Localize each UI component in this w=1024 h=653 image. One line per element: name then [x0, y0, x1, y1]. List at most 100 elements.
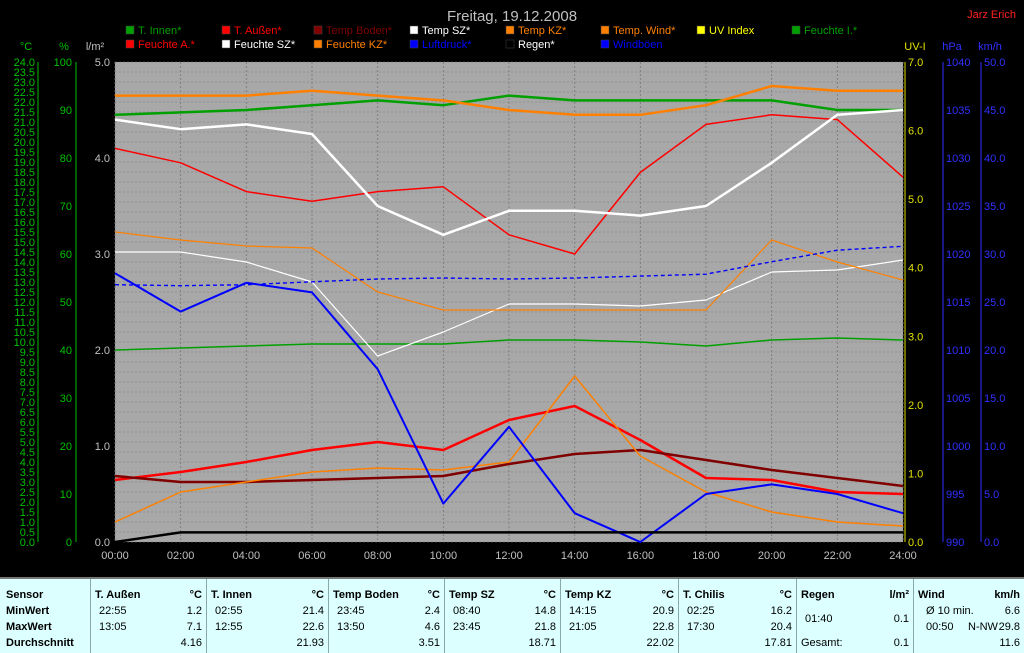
stats-header: T. Außen °C [95, 588, 202, 603]
stats-max-time: 13:05 [99, 621, 127, 633]
stats-column: Temp KZ °C 14:15 20.9 21:05 22.8 22.02 [560, 579, 678, 653]
stats-sensor-name: Temp SZ [449, 589, 495, 601]
legend-swatch [125, 39, 135, 49]
stats-max-time: 12:55 [215, 621, 243, 633]
legend-label: T. Außen* [234, 25, 282, 37]
stats-wind-gust-row: 00:50 N-NW 29.8 [918, 620, 1020, 635]
row-label-avg: Durchschnitt [6, 637, 74, 649]
legend-label: Feuchte KZ* [326, 39, 388, 51]
stats-sensor-name: Temp Boden [333, 589, 399, 601]
stats-header: Temp KZ °C [565, 588, 674, 603]
stats-unit: °C [543, 589, 556, 601]
y-tick-label-rain: 2.0 [95, 345, 110, 357]
stats-sensor-name: Temp KZ [565, 589, 612, 601]
stats-avg-value: 18.71 [528, 637, 556, 649]
stats-avg-value: 22.02 [646, 637, 674, 649]
y-tick-label-pressure: 1015 [946, 297, 970, 309]
stats-max-time: 17:30 [687, 621, 715, 633]
stats-avg-row: 21.93 [211, 636, 324, 651]
stats-header: Temp SZ °C [449, 588, 556, 603]
y-tick-label-wind: 0.0 [984, 537, 999, 549]
y-tick-label-humidity: 80 [60, 153, 72, 165]
stats-avg-row: 3.51 [333, 636, 440, 651]
y-tick-label-wind: 20.0 [984, 345, 1005, 357]
x-tick-label: 06:00 [298, 550, 326, 562]
x-tick-label: 04:00 [233, 550, 261, 562]
legend-swatch [221, 39, 231, 49]
y-tick-label-pressure: 1020 [946, 249, 970, 261]
y-tick-label-wind: 40.0 [984, 153, 1005, 165]
y-tick-label-uv: 1.0 [908, 468, 923, 480]
legend-swatch [409, 39, 419, 49]
legend-swatch [600, 25, 610, 35]
axis-unit-temp: °C [20, 41, 32, 53]
stats-header: Wind km/h [918, 588, 1020, 603]
stats-max-value: 22.6 [302, 621, 324, 633]
stats-min-value: 16.2 [770, 605, 792, 617]
legend-swatch [600, 39, 610, 49]
stats-wind-mean-value: 11.6 [999, 637, 1020, 649]
legend-swatch [696, 25, 706, 35]
y-tick-label-humidity: 70 [60, 201, 72, 213]
y-tick-label-rain: 4.0 [95, 153, 110, 165]
stats-column: T. Innen °C 02:55 21.4 12:55 22.6 21.93 [206, 579, 328, 653]
y-tick-label-wind: 15.0 [984, 393, 1005, 405]
chart-title: Freitag, 19.12.2008 [447, 8, 577, 25]
stats-avg-value: 4.16 [180, 637, 202, 649]
stats-unit: km/h [994, 589, 1020, 601]
x-tick-label: 08:00 [364, 550, 392, 562]
legend-label: Feuchte SZ* [234, 39, 296, 51]
y-tick-label-humidity: 50 [60, 297, 72, 309]
weather-chart: Freitag, 19.12.2008 Jarz Erich T. Innen*… [0, 0, 1024, 577]
stats-header: T. Chilis °C [683, 588, 792, 603]
axis-unit-rain: l/m² [86, 41, 105, 53]
stats-rain-row: 01:40 0.1 [801, 612, 909, 627]
y-tick-label-rain: 0.0 [95, 537, 110, 549]
stats-max-row: 13:50 4.6 [333, 620, 440, 635]
y-tick-label-uv: 0.0 [908, 537, 923, 549]
stats-max-row: 21:05 22.8 [565, 620, 674, 635]
x-tick-label: 14:00 [561, 550, 589, 562]
legend-swatch [125, 25, 135, 35]
legend-label: Temp SZ* [422, 25, 471, 37]
y-tick-label-pressure: 1010 [946, 345, 970, 357]
stats-max-value: 20.4 [770, 621, 792, 633]
legend-swatch [791, 25, 801, 35]
y-tick-label-humidity: 90 [60, 105, 72, 117]
y-tick-label-humidity: 40 [60, 345, 72, 357]
stats-wind-mean-row: 11.6 [918, 636, 1020, 651]
stats-column: Temp SZ °C 08:40 14.8 23:45 21.8 18.71 [444, 579, 560, 653]
y-tick-label-pressure: 1035 [946, 105, 970, 117]
x-tick-label: 22:00 [824, 550, 852, 562]
stats-min-value: 21.4 [302, 605, 324, 617]
stats-max-time: 21:05 [569, 621, 597, 633]
stats-max-value: 7.1 [186, 621, 202, 633]
y-tick-label-uv: 2.0 [908, 400, 923, 412]
stats-wind-avg-value: 6.6 [1004, 605, 1020, 617]
y-tick-label-rain: 5.0 [95, 57, 110, 69]
stats-min-row: 22:55 1.2 [95, 604, 202, 619]
y-tick-label-wind: 50.0 [984, 57, 1005, 69]
stats-unit: l/m² [889, 589, 909, 601]
stats-max-row: 17:30 20.4 [683, 620, 792, 635]
stats-rain-total-label: Gesamt: [801, 637, 843, 649]
legend-swatch [505, 25, 515, 35]
y-tick-label-humidity: 20 [60, 441, 72, 453]
y-tick-label-uv: 5.0 [908, 194, 923, 206]
stats-column: T. Außen °C 22:55 1.2 13:05 7.1 4.16 [90, 579, 206, 653]
author-label: Jarz Erich [967, 9, 1016, 21]
y-tick-label-wind: 25.0 [984, 297, 1005, 309]
y-tick-label-humidity: 0 [66, 537, 72, 549]
stats-unit: °C [427, 589, 440, 601]
legend-label: Feuchte A.* [138, 39, 196, 51]
y-tick-label-uv: 7.0 [908, 57, 923, 69]
y-tick-label-wind: 10.0 [984, 441, 1005, 453]
legend-label: Temp KZ* [518, 25, 567, 37]
stats-max-row: 13:05 7.1 [95, 620, 202, 635]
stats-avg-row: 22.02 [565, 636, 674, 651]
stats-wind-avg-label: Ø 10 min. [926, 605, 974, 617]
stats-min-row: 23:45 2.4 [333, 604, 440, 619]
legend-swatch [505, 39, 515, 49]
legend-swatch [313, 25, 323, 35]
y-tick-label-pressure: 1025 [946, 201, 970, 213]
